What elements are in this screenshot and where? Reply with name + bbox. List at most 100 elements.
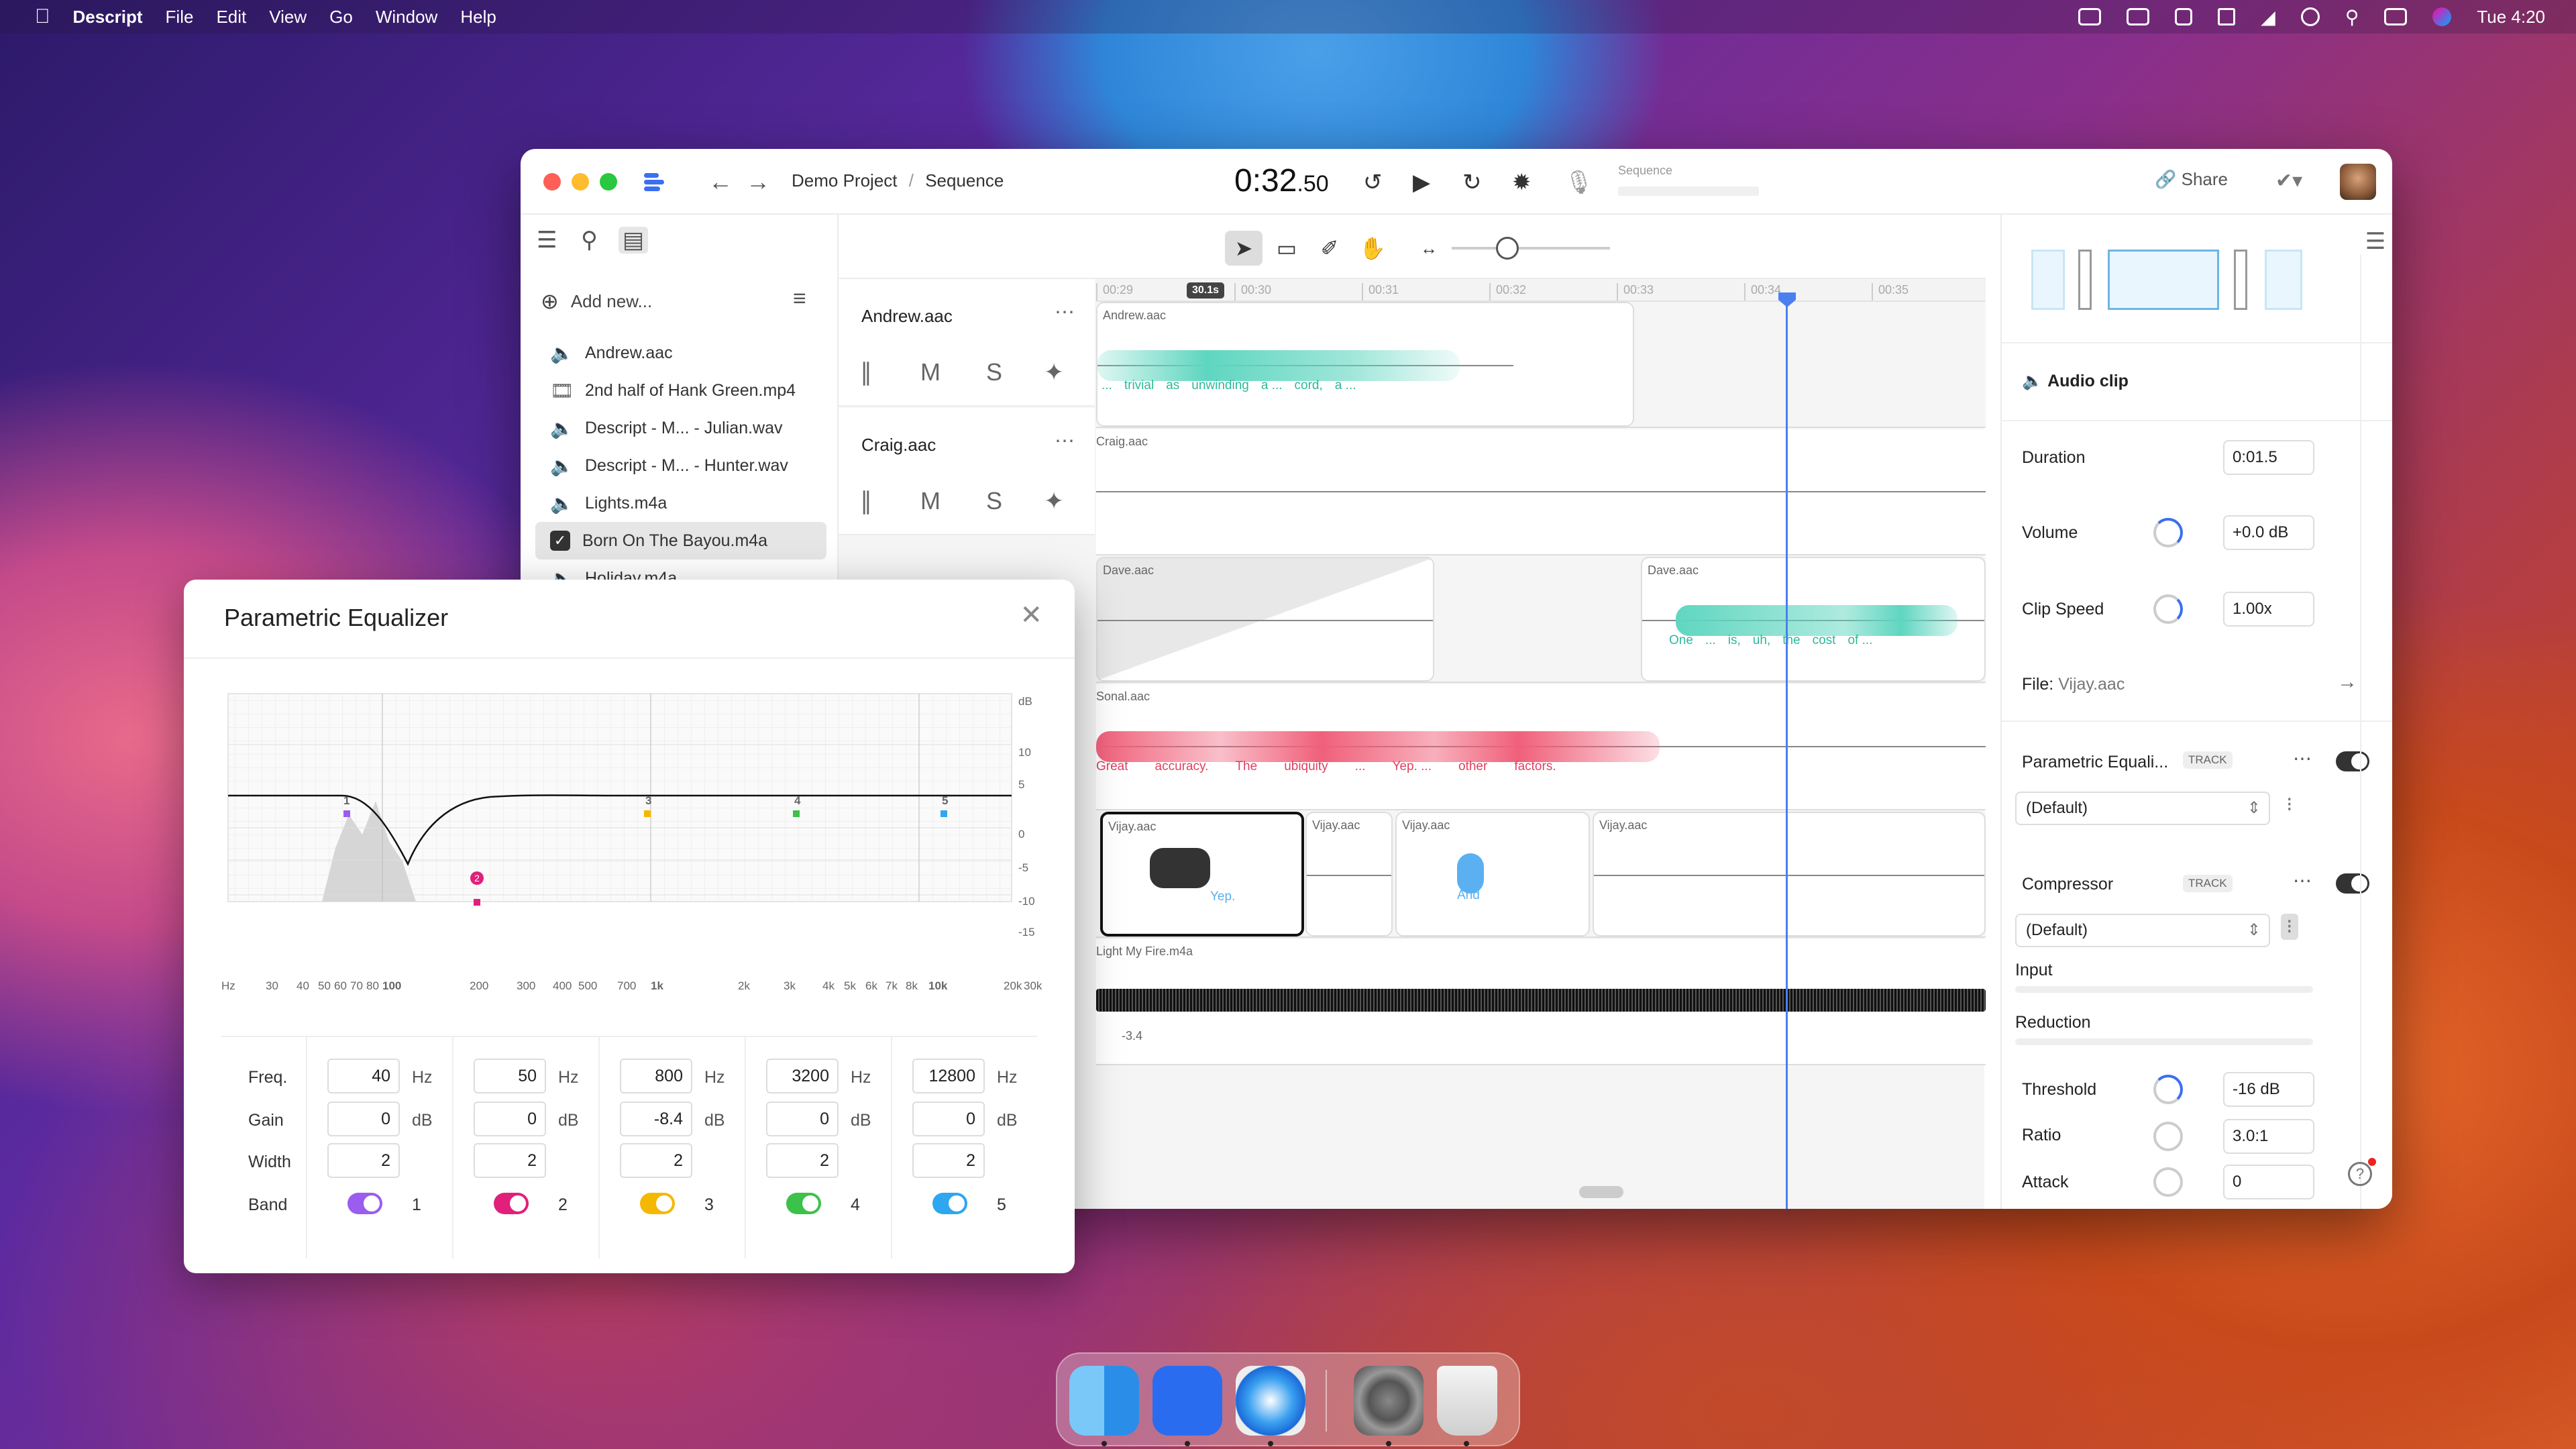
user-icon[interactable]: [2300, 7, 2320, 26]
audio-clip[interactable]: Dave.aac One... is, uh, the cost of ...: [1641, 557, 1986, 682]
band-toggle[interactable]: [786, 1193, 821, 1214]
checkbox-icon[interactable]: ✓: [550, 531, 570, 551]
band-2-point[interactable]: [474, 899, 480, 906]
freq-input[interactable]: 800: [620, 1059, 692, 1093]
word[interactable]: a ...: [1261, 378, 1283, 393]
minimize-window-button[interactable]: [572, 173, 589, 191]
track-lane-andrew[interactable]: Andrew.aac ... trivial as unwinding a ... cor…: [1096, 302, 1986, 428]
gain-input[interactable]: 0: [327, 1102, 400, 1136]
eq-preset-select[interactable]: (Default) ⇕: [2015, 792, 2270, 825]
file-item[interactable]: 🔈 Descript - M... - Julian.wav: [535, 409, 826, 447]
width-input[interactable]: 2: [474, 1143, 546, 1178]
clip-speed-knob[interactable]: [2153, 594, 2183, 624]
clip-thumb[interactable]: [2031, 250, 2065, 310]
safari-icon[interactable]: [1236, 1366, 1305, 1436]
share-button[interactable]: 🔗 Share: [2155, 169, 2228, 190]
skip-back-icon[interactable]: ↺: [1363, 169, 1383, 196]
file-item[interactable]: 🔈 Descript - M... - Hunter.wav: [535, 447, 826, 484]
skip-forward-icon[interactable]: ↻: [1462, 169, 1482, 196]
mute-button[interactable]: M: [920, 487, 941, 515]
freq-input[interactable]: 12800: [912, 1059, 985, 1093]
more-icon[interactable]: ⋯: [1055, 429, 1075, 453]
track-lane-light-my-fire[interactable]: Light My Fire.m4a -3.4: [1096, 939, 1986, 1065]
track-lane-sonal[interactable]: Sonal.aac Great accuracy. The ubiquity... Ye…: [1096, 684, 1986, 810]
audio-clip[interactable]: Andrew.aac ... trivial as unwinding a ... cor…: [1096, 302, 1634, 427]
duration-field[interactable]: 0:01.5: [2223, 440, 2314, 475]
word[interactable]: a ...: [1335, 378, 1356, 393]
track-lane-vijay[interactable]: Vijay.aac Yep. Vijay.aac Vijay.aac And V…: [1096, 812, 1986, 938]
waveform-icon[interactable]: ∥: [860, 358, 872, 386]
compressor-settings-icon[interactable]: ⁝: [2281, 914, 2298, 940]
word[interactable]: of ...: [1847, 633, 1872, 648]
breadcrumb-sequence[interactable]: Sequence: [925, 170, 1004, 191]
eq-effect-label[interactable]: Parametric Equali...: [2022, 753, 2168, 772]
audio-clip[interactable]: Vijay.aac: [1593, 812, 1986, 936]
horizontal-scrollbar[interactable]: [1579, 1186, 1623, 1198]
descript-status-icon[interactable]: [2078, 8, 2102, 25]
word[interactable]: Great: [1096, 759, 1128, 774]
width-input[interactable]: 2: [766, 1143, 839, 1178]
file-item[interactable]: 🔈 Lights.m4a: [535, 484, 826, 522]
word[interactable]: as: [1166, 378, 1179, 393]
menu-window[interactable]: Window: [376, 7, 437, 28]
search-icon[interactable]: ⚲: [581, 227, 598, 254]
gain-input[interactable]: 0: [912, 1102, 985, 1136]
system-settings-icon[interactable]: [1354, 1366, 1424, 1436]
eq-toggle[interactable]: [2336, 751, 2369, 771]
clip-thumb[interactable]: [2234, 250, 2247, 310]
bluetooth-icon[interactable]: [2218, 8, 2236, 25]
word[interactable]: And: [1457, 888, 1480, 903]
word[interactable]: cost: [1813, 633, 1836, 648]
hand-tool-icon[interactable]: ✋: [1354, 231, 1391, 266]
gain-input[interactable]: 0: [474, 1102, 546, 1136]
word[interactable]: unwinding: [1191, 378, 1249, 393]
freq-input[interactable]: 50: [474, 1059, 546, 1093]
menu-icon[interactable]: ☰: [537, 227, 557, 254]
band-toggle[interactable]: [640, 1193, 675, 1214]
close-window-button[interactable]: [543, 173, 561, 191]
solo-button[interactable]: S: [986, 358, 1002, 386]
wifi-icon[interactable]: ◢: [2261, 6, 2275, 28]
attack-field[interactable]: 0: [2223, 1165, 2314, 1199]
microphone-icon[interactable]: 🎙: [1564, 169, 1593, 196]
waveform-icon[interactable]: ∥: [860, 487, 872, 515]
more-icon[interactable]: ⋯: [2293, 869, 2312, 892]
volume-field[interactable]: +0.0 dB: [2223, 515, 2314, 550]
word[interactable]: ...: [1355, 759, 1366, 774]
word[interactable]: One: [1669, 633, 1693, 648]
clip-thumb-selected[interactable]: [2108, 250, 2219, 310]
track-header[interactable]: Craig.aac ⋯ ∥ M S ✦: [839, 408, 1095, 535]
time-ruler[interactable]: 00:29 30.1s 00:30 00:31 00:32 00:33 00:3…: [1096, 279, 1986, 302]
band-4-marker[interactable]: [793, 810, 800, 817]
band-toggle[interactable]: [347, 1193, 382, 1214]
apple-menu-icon[interactable]: : [35, 5, 50, 28]
text-input-icon[interactable]: [2175, 8, 2193, 25]
mute-button[interactable]: M: [920, 358, 941, 386]
word[interactable]: ...: [1102, 378, 1112, 393]
track-lane-dave[interactable]: Dave.aac Dave.aac One... is, uh, the cost of …: [1096, 557, 1986, 683]
sparkle-icon[interactable]: ✹: [1512, 169, 1532, 196]
compressor-preset-select[interactable]: (Default) ⇕: [2015, 914, 2270, 947]
forward-arrow-icon[interactable]: →: [746, 168, 770, 196]
attack-knob[interactable]: [2153, 1167, 2183, 1197]
gain-input[interactable]: -8.4: [620, 1102, 692, 1136]
audio-clip[interactable]: Vijay.aac: [1305, 812, 1393, 936]
descript-logo-icon[interactable]: [639, 168, 675, 196]
publish-check-icon[interactable]: ✔▾: [2275, 169, 2302, 193]
word[interactable]: Yep. ...: [1393, 759, 1432, 774]
menu-view[interactable]: View: [269, 7, 307, 28]
audio-clip[interactable]: Vijay.aac And: [1395, 812, 1590, 936]
more-icon[interactable]: ⋯: [2293, 747, 2312, 769]
magic-wand-icon[interactable]: ✦: [1044, 358, 1064, 386]
clip-speed-field[interactable]: 1.00x: [2223, 592, 2314, 627]
word[interactable]: is,: [1728, 633, 1741, 648]
track-lane-craig[interactable]: Craig.aac: [1096, 429, 1986, 555]
play-icon[interactable]: ▶: [1413, 169, 1430, 196]
track-header[interactable]: Andrew.aac ⋯ ∥ M S ✦: [839, 279, 1095, 407]
arrow-right-icon[interactable]: →: [2337, 671, 2357, 694]
more-icon[interactable]: ⋯: [1055, 301, 1075, 324]
breadcrumb-project[interactable]: Demo Project: [792, 170, 898, 191]
clip-thumb[interactable]: [2265, 250, 2302, 310]
solo-button[interactable]: S: [986, 487, 1002, 515]
word[interactable]: trivial: [1124, 378, 1154, 393]
